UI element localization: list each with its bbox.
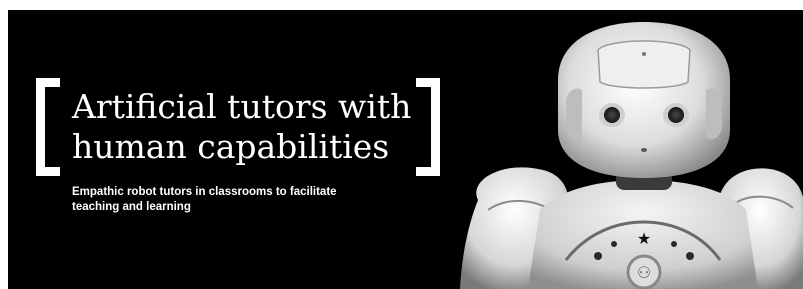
subtitle: Empathic robot tutors in classrooms to f… <box>72 185 402 215</box>
right-bracket <box>416 78 440 176</box>
subtitle-line-2: teaching and learning <box>72 201 191 213</box>
svg-text:⚇: ⚇ <box>637 263 651 282</box>
headline: Artificial tutors with human capabilitie… <box>72 87 412 167</box>
robot-right-eye <box>668 107 684 123</box>
headline-line-2: human capabilities <box>72 127 390 166</box>
robot-left-eye <box>604 107 620 123</box>
star-icon: ★ <box>637 229 651 248</box>
robot-head <box>558 22 730 178</box>
headline-line-1: Artificial tutors with <box>72 87 412 126</box>
subtitle-line-1: Empathic robot tutors in classrooms to f… <box>72 186 337 198</box>
left-bracket <box>36 78 60 176</box>
robot-image: ⚇ ★ <box>460 22 803 289</box>
hero-banner: Artificial tutors with human capabilitie… <box>8 10 803 289</box>
